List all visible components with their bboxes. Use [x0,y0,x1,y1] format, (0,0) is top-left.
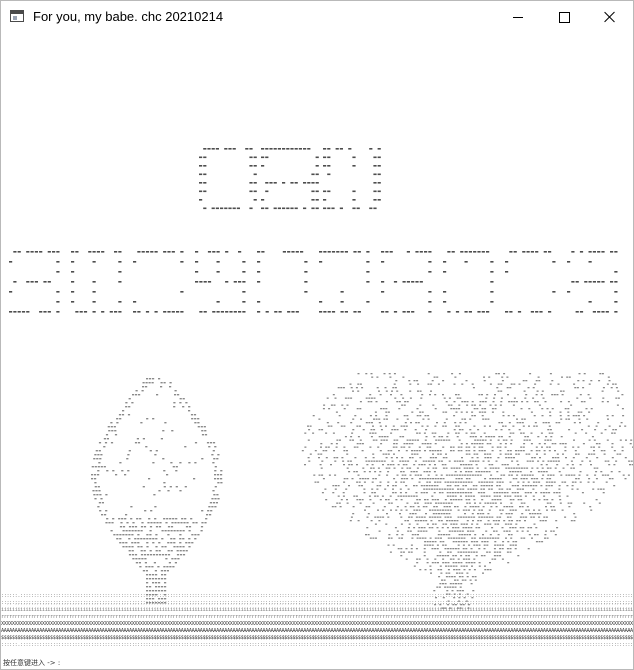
ascii-scroll-line: ::::::.:::::::::::::::::::::::::::::::::… [1,593,633,599]
console-output-area[interactable]: ::::::.:::::::::::::::::::::::::::::::::… [1,33,633,669]
ascii-scroll-line: AAAAAAAAAAAAAAAAAAAAAAAAAAAAAAAAAAAAAAAA… [1,628,633,634]
ascii-portrait-left [91,378,223,604]
title-bar[interactable]: For you, my babe. chc 20210214 [1,1,633,33]
ascii-art-canvas [9,148,633,609]
ascii-banner-top [199,148,381,210]
close-button[interactable] [587,1,633,33]
minimize-button[interactable] [495,1,541,33]
ascii-scroll-line: ::::::.:::::::::::::::::::::::::::::::::… [1,642,633,648]
minimize-icon [513,16,523,18]
maximize-button[interactable] [541,1,587,33]
ascii-scroll-line: XXXXXXXXXXXXXXXXXXXXXXXXXXXXXXXXXXXXXXXX… [1,621,633,627]
ascii-banner-row [9,251,618,313]
maximize-icon [558,11,570,23]
console-window: For you, my babe. chc 20210214 ::::::.::… [0,0,634,670]
ascii-scroll-line: $$$$$$$$$$$$$$$$$$$$$$$$$$$$$$$$$$$$$$$$… [1,635,633,641]
window-title: For you, my babe. chc 20210214 [33,9,224,24]
ascii-portrait-right [301,373,633,609]
console-window-icon[interactable] [10,10,24,22]
ascii-scroll-line: iiiiiiiiiiiiiiiiiiiiiiiiiiiiiiiiiiiiiiii… [1,607,633,613]
console-prompt: 按任意键进入 -> : [3,659,61,667]
ascii-scroll-line: rrrrrrrrrrrrrrrrrrrrrrrrrrrrrrrrrrrrrrrr… [1,614,633,620]
ascii-scroll-line: ::;;:;;;;;;;;;;;;;;;;;;;;;;;;;;;;;;;;;;;… [1,600,633,606]
close-icon [604,11,616,23]
